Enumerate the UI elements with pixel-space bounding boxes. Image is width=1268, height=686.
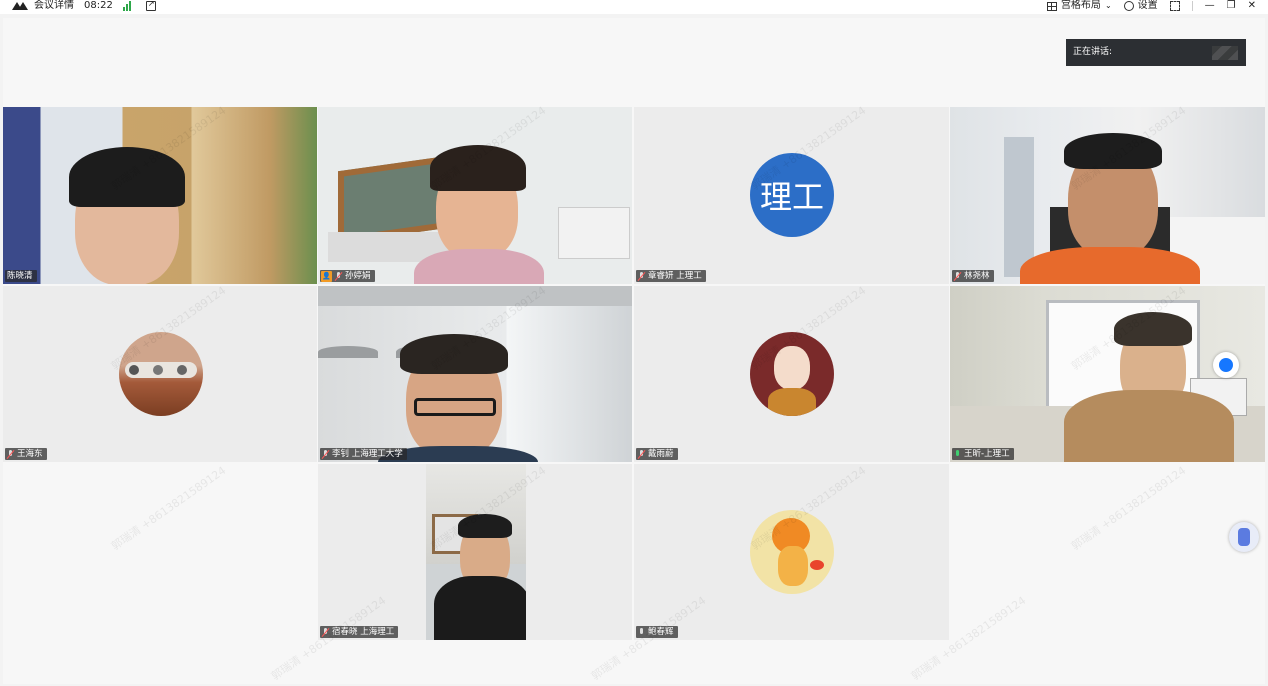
participant-name-badge: 林尧林 bbox=[952, 270, 994, 282]
divider bbox=[1191, 1, 1193, 11]
participant-tile-7[interactable]: 戴雨蔚 bbox=[634, 286, 949, 462]
settings-label: 设置 bbox=[1137, 0, 1158, 11]
speaking-indicator: 正在讲话: bbox=[1066, 39, 1246, 66]
participant-avatar bbox=[750, 332, 834, 416]
participant-name: 章睿妍 上理工 bbox=[648, 271, 702, 281]
mic-muted-icon bbox=[322, 627, 329, 637]
mic-active-icon bbox=[954, 449, 961, 459]
participant-tile-6[interactable]: 李钊 上海理工大学 bbox=[318, 286, 632, 462]
mic-muted-icon bbox=[638, 449, 645, 459]
grid-layout-icon bbox=[1046, 1, 1057, 11]
participant-name-badge: 李钊 上海理工大学 bbox=[320, 448, 407, 460]
meeting-time: 08:22 bbox=[84, 0, 113, 11]
avatar-text: 理工 bbox=[759, 178, 824, 216]
speaking-label: 正在讲话: bbox=[1073, 47, 1113, 57]
participant-tile-2[interactable]: 👤 孙婷娟 bbox=[318, 107, 632, 284]
fullscreen-icon[interactable] bbox=[1169, 1, 1180, 11]
close-button[interactable]: ✕ bbox=[1248, 0, 1256, 12]
participant-name-badge: 戴雨蔚 bbox=[636, 448, 678, 460]
participant-name: 鲍春辉 bbox=[648, 627, 674, 637]
participant-name-badge: 王海东 bbox=[5, 448, 47, 460]
participant-tile-5[interactable]: 王海东 bbox=[3, 286, 317, 462]
share-link-icon[interactable] bbox=[145, 0, 156, 11]
layout-switch-button[interactable]: 宫格布局 ⌄ bbox=[1046, 0, 1112, 12]
meeting-details-link[interactable]: 会议详情 bbox=[34, 0, 74, 12]
participant-name: 林尧林 bbox=[964, 271, 990, 281]
minimize-button[interactable]: — bbox=[1205, 0, 1215, 12]
participant-name-badge: 章睿妍 上理工 bbox=[636, 270, 706, 282]
participant-tile-1[interactable]: 陈晓清 bbox=[3, 107, 317, 284]
participant-name-badge: 👤 孙婷娟 bbox=[320, 270, 375, 282]
chevron-down-icon: ⌄ bbox=[1104, 1, 1112, 10]
floating-toolbox-button[interactable] bbox=[1229, 522, 1259, 552]
participant-name: 王海东 bbox=[17, 449, 43, 459]
gear-icon bbox=[1123, 1, 1134, 11]
participant-tile-10[interactable]: 鲍春辉 bbox=[634, 464, 949, 640]
toolbox-icon bbox=[1238, 528, 1250, 546]
chat-bubble-button[interactable] bbox=[1213, 352, 1239, 378]
app-logo-icon bbox=[12, 1, 28, 11]
participant-name: 孙婷娟 bbox=[345, 271, 371, 281]
participant-video bbox=[426, 464, 526, 640]
speaking-wave-icon bbox=[1212, 46, 1238, 60]
layout-label: 宫格布局 bbox=[1060, 0, 1101, 11]
mic-icon bbox=[638, 627, 645, 637]
participant-tile-9[interactable]: 宿春晓 上海理工 bbox=[318, 464, 632, 640]
title-bar: 会议详情 08:22 宫格布局 ⌄ 设置 — ❐ ✕ bbox=[0, 0, 1268, 14]
participant-avatar bbox=[750, 510, 834, 594]
mic-muted-icon bbox=[638, 271, 645, 281]
mic-muted-icon bbox=[335, 271, 342, 281]
host-icon: 👤 bbox=[321, 270, 332, 282]
participant-name: 王昕-上理工 bbox=[964, 449, 1010, 459]
participant-name-badge: 陈晓清 bbox=[5, 270, 37, 282]
participant-name: 宿春晓 上海理工 bbox=[332, 627, 395, 637]
restore-button[interactable]: ❐ bbox=[1227, 0, 1236, 12]
settings-button[interactable]: 设置 bbox=[1123, 0, 1158, 12]
mic-muted-icon bbox=[7, 449, 14, 459]
participant-name: 陈晓清 bbox=[7, 271, 33, 281]
participant-name: 戴雨蔚 bbox=[648, 449, 674, 459]
participant-avatar bbox=[119, 332, 203, 416]
participant-name-badge: 宿春晓 上海理工 bbox=[320, 626, 399, 638]
mic-muted-icon bbox=[322, 449, 329, 459]
participant-tile-4[interactable]: 林尧林 bbox=[950, 107, 1265, 284]
signal-strength-icon[interactable] bbox=[122, 1, 134, 11]
chat-bubble-icon bbox=[1219, 358, 1233, 372]
participant-name-badge: 王昕-上理工 bbox=[952, 448, 1014, 460]
participant-tile-3[interactable]: 理工 章睿妍 上理工 bbox=[634, 107, 949, 284]
participant-avatar: 理工 bbox=[750, 153, 834, 237]
mic-muted-icon bbox=[954, 271, 961, 281]
participant-name: 李钊 上海理工大学 bbox=[332, 449, 403, 459]
participant-name-badge: 鲍春辉 bbox=[636, 626, 678, 638]
